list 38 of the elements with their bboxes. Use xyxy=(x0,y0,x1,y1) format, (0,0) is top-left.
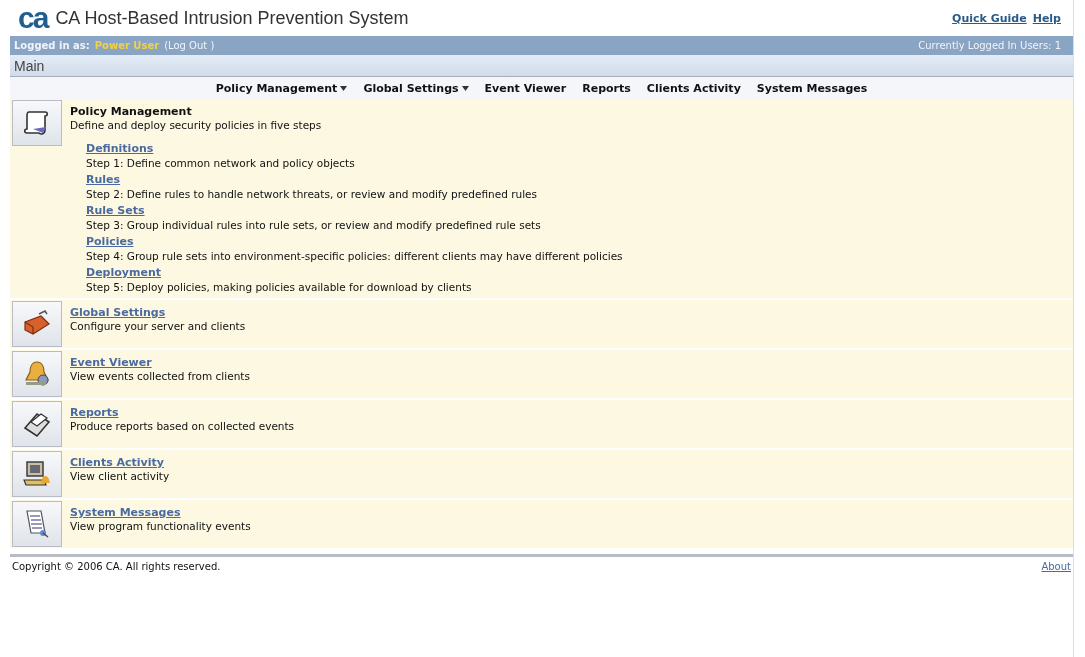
nav-menu-item[interactable]: Policy Management xyxy=(215,81,348,95)
nav-menu-item[interactable]: Event Viewer xyxy=(484,81,567,95)
step-link[interactable]: Deployment xyxy=(86,266,161,280)
step-link[interactable]: Definitions xyxy=(86,142,154,156)
app-title: CA Host-Based Intrusion Prevention System xyxy=(55,7,409,29)
section-description: Configure your server and clients xyxy=(70,319,246,333)
step-description: Step 4: Group rule sets into environment-specific policies: different clients may have different policies xyxy=(86,249,623,263)
header-link[interactable]: Quick Guide xyxy=(952,11,1027,25)
about-link[interactable]: About xyxy=(1041,561,1071,572)
step-description: Step 5: Deploy policies, making policies available for download by clients xyxy=(86,280,472,294)
nav-menu-item[interactable]: System Messages xyxy=(756,81,868,95)
logo: ca xyxy=(18,3,48,33)
step-description: Step 1: Define common network and policy objects xyxy=(86,156,355,170)
login-label: Logged in as: xyxy=(14,40,90,51)
nav-menu-item[interactable]: Clients Activity xyxy=(646,81,741,95)
user-name: Power User xyxy=(94,40,160,51)
logged-in-users: Currently Logged In Users: 1 xyxy=(918,40,1061,51)
section-title: Policy Management xyxy=(70,105,192,118)
header-link[interactable]: Help xyxy=(1032,11,1061,25)
step-description: Step 2: Define rules to handle network threats, or review and modify predefined rules xyxy=(86,187,537,201)
section-description: Define and deploy security policies in five steps xyxy=(70,118,322,132)
section-description: Produce reports based on collected events xyxy=(70,419,295,433)
nav-menu-item[interactable]: Global Settings xyxy=(363,81,469,95)
section-link[interactable]: Event Viewer xyxy=(70,356,152,369)
copyright: Copyright © 2006 CA. All rights reserved. xyxy=(12,561,221,572)
step-link[interactable]: Policies xyxy=(86,235,134,249)
section-description: View events collected from clients xyxy=(70,369,250,383)
section-link[interactable]: System Messages xyxy=(70,506,181,519)
breadcrumb: Main xyxy=(14,57,45,74)
section-link[interactable]: Clients Activity xyxy=(70,456,164,469)
section-link[interactable]: Global Settings xyxy=(70,306,166,319)
section-description: View program functionality events xyxy=(70,519,251,533)
step-link[interactable]: Rule Sets xyxy=(86,204,145,218)
section-description: View client activity xyxy=(70,469,170,483)
nav-menu-item[interactable]: Reports xyxy=(582,81,631,95)
section-link[interactable]: Reports xyxy=(70,406,119,419)
step-description: Step 3: Group individual rules into rule sets, or review and modify predefined rule sets xyxy=(86,218,541,232)
step-link[interactable]: Rules xyxy=(86,173,121,187)
